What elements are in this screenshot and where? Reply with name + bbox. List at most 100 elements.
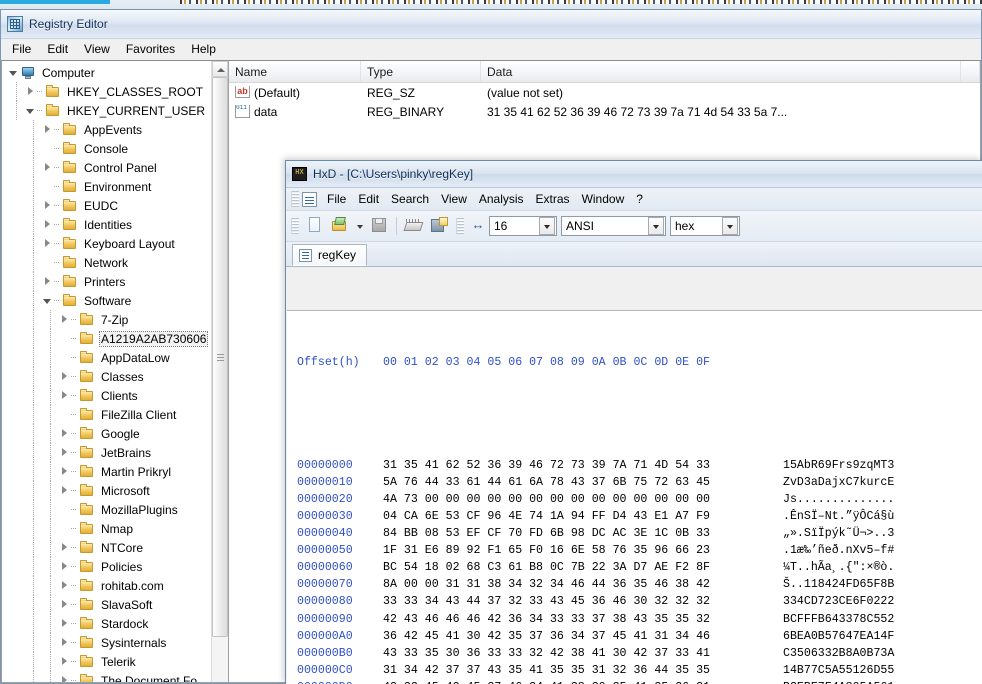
hex-ascii[interactable]: Š..118424FD65F8B: [783, 576, 894, 593]
hex-ascii[interactable]: ¼T..hÃa¸.{":×®ò.: [783, 559, 894, 576]
charset-dropdown-icon[interactable]: [648, 217, 664, 235]
menu-view[interactable]: View: [76, 40, 118, 59]
tree-item-policies[interactable]: Policies: [2, 557, 212, 576]
expand-arrow-icon[interactable]: [25, 86, 36, 97]
menubar-drag-grip[interactable]: [291, 191, 299, 207]
tree-vertical-scrollbar[interactable]: [211, 61, 228, 682]
hex-ascii[interactable]: 6BEA0B57647EA14F: [783, 628, 894, 645]
hex-bytes[interactable]: 31 34 42 37 37 43 35 41 35 35 31 32 36 4…: [383, 662, 783, 679]
expand-arrow-icon[interactable]: [59, 428, 70, 439]
tree-item-rohitab-com[interactable]: rohitab.com: [2, 576, 212, 595]
hex-bytes[interactable]: 42 33 45 42 45 37 46 34 41 38 30 35 41 3…: [383, 679, 783, 684]
tree-item-console[interactable]: Console: [2, 139, 212, 158]
tree-item-environment[interactable]: Environment: [2, 177, 212, 196]
tree-item-printers[interactable]: Printers: [2, 272, 212, 291]
hex-ascii[interactable]: B3EBE7F4A805A561: [783, 679, 894, 684]
tree-item-stardock[interactable]: Stardock: [2, 614, 212, 633]
tree-item-ntcore[interactable]: NTCore: [2, 538, 212, 557]
hex-row[interactable]: 000000D042 33 45 42 45 37 46 34 41 38 30…: [297, 679, 982, 684]
hex-row[interactable]: 00000040 84 BB 08 53 EF CF 70 FD 6B 98 DC…: [297, 525, 982, 542]
expand-arrow-icon[interactable]: [42, 200, 53, 211]
hex-row[interactable]: 00000030 04 CA 6E 53 CF 96 4E 74 1A 94 FF…: [297, 508, 982, 525]
toolbar-drag-grip-2[interactable]: [456, 218, 464, 234]
open-ram-icon[interactable]: [402, 214, 426, 238]
chevron-down-icon[interactable]: [354, 214, 366, 238]
collapse-arrow-icon[interactable]: [42, 295, 53, 306]
tree-item-network[interactable]: Network: [2, 253, 212, 272]
tree-item-jetbrains[interactable]: JetBrains: [2, 443, 212, 462]
hex-editor-area[interactable]: Offset(h) 00 01 02 03 04 05 06 07 08 09 0…: [287, 310, 982, 684]
new-file-icon[interactable]: [303, 214, 327, 238]
expand-arrow-icon[interactable]: [59, 390, 70, 401]
toolbar-drag-grip-1[interactable]: [291, 218, 299, 234]
hex-row[interactable]: 000000C0 31 34 42 37 37 43 35 41 35 35 31…: [297, 662, 982, 679]
tree-item-hkey-current-user[interactable]: HKEY_CURRENT_USER: [2, 101, 212, 120]
expand-arrow-icon[interactable]: [59, 580, 70, 591]
collapse-arrow-icon[interactable]: [25, 105, 36, 116]
expand-arrow-icon[interactable]: [59, 618, 70, 629]
expand-arrow-icon[interactable]: [59, 371, 70, 382]
hex-row[interactable]: 00000020 4A 73 00 00 00 00 00 00 00 00 00…: [297, 491, 982, 508]
hxd-menu-extras[interactable]: Extras: [530, 190, 576, 209]
expand-arrow-icon[interactable]: [42, 238, 53, 249]
hxd-menu-file[interactable]: File: [321, 190, 352, 209]
hxd-menu-search[interactable]: Search: [385, 190, 435, 209]
tree-item-nmap[interactable]: Nmap: [2, 519, 212, 538]
tree-item-computer[interactable]: Computer: [2, 63, 212, 82]
hex-bytes[interactable]: 4A 73 00 00 00 00 00 00 00 00 00 00 00 0…: [383, 491, 783, 508]
hxd-menu-help[interactable]: ?: [630, 190, 649, 209]
hex-bytes[interactable]: 36 42 45 41 30 42 35 37 36 34 37 45 41 3…: [383, 628, 783, 645]
tree-item-appdatalow[interactable]: AppDataLow: [2, 348, 212, 367]
hex-ascii[interactable]: .ÊnSÏ–Nt.”ÿÔCá§ù: [783, 508, 894, 525]
hex-ascii[interactable]: „».SïÏpýk˜Ü¬>..3: [783, 525, 894, 542]
hex-row[interactable]: 00000080 33 33 34 43 44 37 32 33 43 45 36…: [297, 593, 982, 610]
column-header-name[interactable]: Name: [229, 61, 361, 82]
tree-item-telerik[interactable]: Telerik: [2, 652, 212, 671]
tree-item-clients[interactable]: Clients: [2, 386, 212, 405]
tree-item-martin-prikryl[interactable]: Martin Prikryl: [2, 462, 212, 481]
expand-arrow-icon[interactable]: [59, 637, 70, 648]
hex-row[interactable]: 00000060 BC 54 18 02 68 C3 61 B8 0C 7B 22…: [297, 559, 982, 576]
tree-item-a1219a2ab730606[interactable]: A1219A2AB730606: [2, 329, 212, 348]
expand-arrow-icon[interactable]: [59, 447, 70, 458]
hex-bytes[interactable]: 1F 31 E6 89 92 F1 65 F0 16 6E 58 76 35 9…: [383, 542, 783, 559]
offset-base-combo[interactable]: hex: [670, 216, 740, 236]
hxd-menu-edit[interactable]: Edit: [352, 190, 385, 209]
scroll-up-button[interactable]: [212, 61, 228, 77]
menu-favorites[interactable]: Favorites: [118, 40, 183, 59]
hex-ascii[interactable]: 334CD723CE6F0222: [783, 593, 894, 610]
hex-row[interactable]: 000000B0 43 33 35 30 36 33 33 32 42 38 41…: [297, 645, 982, 662]
tree-item-google[interactable]: Google: [2, 424, 212, 443]
hex-bytes[interactable]: 84 BB 08 53 EF CF 70 FD 6B 98 DC AC 3E 1…: [383, 525, 783, 542]
hxd-menu-analysis[interactable]: Analysis: [473, 190, 530, 209]
tree-item-sysinternals[interactable]: Sysinternals: [2, 633, 212, 652]
hex-bytes[interactable]: 8A 00 00 31 31 38 34 32 34 46 44 36 35 4…: [383, 576, 783, 593]
save-file-icon[interactable]: [367, 214, 391, 238]
hex-row[interactable]: 00000090 42 43 46 46 46 42 36 34 33 33 37…: [297, 611, 982, 628]
hex-bytes[interactable]: 42 43 46 46 46 42 36 34 33 33 37 38 43 3…: [383, 611, 783, 628]
menu-help[interactable]: Help: [183, 40, 224, 59]
hex-ascii[interactable]: 15AbR69Frs9zqMT3: [783, 457, 894, 474]
tree-item-classes[interactable]: Classes: [2, 367, 212, 386]
table-row[interactable]: data REG_BINARY 31 35 41 62 52 36 39 46 72…: [229, 102, 980, 121]
expand-arrow-icon[interactable]: [42, 162, 53, 173]
hex-bytes[interactable]: 04 CA 6E 53 CF 96 4E 74 1A 94 FF D4 43 E…: [383, 508, 783, 525]
hex-row[interactable]: 00000070 8A 00 00 31 31 38 34 32 34 46 44…: [297, 576, 982, 593]
hex-row[interactable]: 00000010 5A 76 44 33 61 44 61 6A 78 43 37…: [297, 474, 982, 491]
scroll-thumb[interactable]: [212, 77, 228, 637]
tab-regkey[interactable]: regKey: [292, 244, 368, 266]
expand-arrow-icon[interactable]: [59, 314, 70, 325]
tree-item-the-document-fo[interactable]: The Document Fo: [2, 671, 212, 682]
hex-ascii[interactable]: ZvD3aDajxC7kurcE: [783, 474, 894, 491]
hex-bytes[interactable]: BC 54 18 02 68 C3 61 B8 0C 7B 22 3A D7 A…: [383, 559, 783, 576]
hex-ascii[interactable]: Js..............: [783, 491, 894, 508]
column-header-type[interactable]: Type: [361, 61, 481, 82]
hex-ascii[interactable]: .1æ‰’ñeð.nXv5–f#: [783, 542, 894, 559]
hxd-menu-view[interactable]: View: [435, 190, 473, 209]
tree-item-eudc[interactable]: EUDC: [2, 196, 212, 215]
hex-bytes[interactable]: 5A 76 44 33 61 44 61 6A 78 43 37 6B 75 7…: [383, 474, 783, 491]
expand-arrow-icon[interactable]: [59, 561, 70, 572]
values-list[interactable]: (Default) REG_SZ (value not set) data REG_BI…: [229, 83, 980, 121]
open-disk-icon[interactable]: [428, 214, 452, 238]
collapse-arrow-icon[interactable]: [8, 67, 19, 78]
